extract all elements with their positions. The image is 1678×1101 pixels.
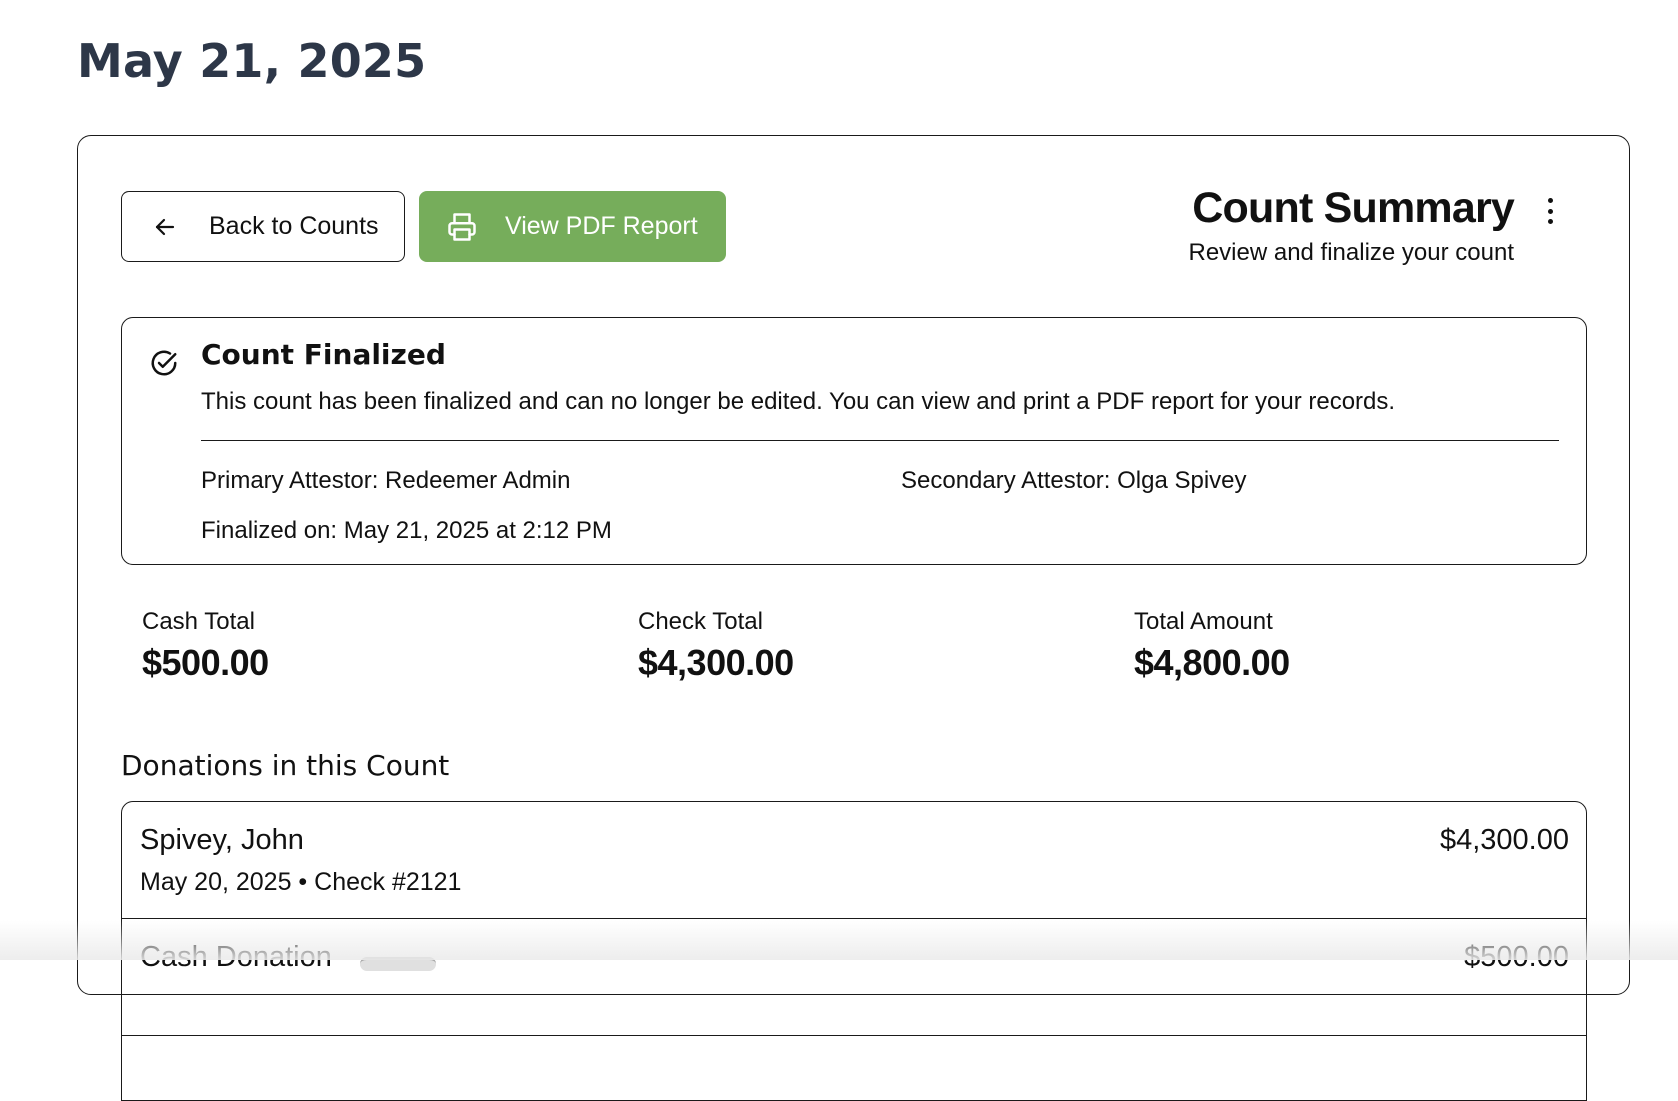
count-finalized-title: Count Finalized	[201, 338, 446, 371]
arrow-left-icon	[154, 216, 176, 238]
count-finalized-message: This count has been finalized and can no…	[201, 388, 1396, 415]
cash-total-label: Cash Total	[142, 608, 255, 635]
check-total-label: Check Total	[638, 608, 763, 635]
summary-header: Count Summary Review and finalize your c…	[1188, 184, 1514, 267]
back-to-counts-button[interactable]: Back to Counts	[121, 191, 405, 262]
donation-amount: $4,300.00	[1439, 824, 1569, 856]
check-total: Check Total $4,300.00	[638, 608, 794, 684]
page-title: May 21, 2025	[77, 34, 427, 88]
printer-icon	[447, 212, 477, 242]
primary-attestor: Primary Attestor: Redeemer Admin	[201, 467, 571, 494]
cash-total-value: $500.00	[142, 642, 269, 683]
count-summary-card: Back to Counts View PDF Report Count Sum…	[77, 135, 1630, 1101]
list-item[interactable]: Spivey, John May 20, 2025 • Check #2121 …	[122, 802, 1586, 919]
back-to-counts-label: Back to Counts	[209, 212, 379, 240]
view-pdf-report-label: View PDF Report	[505, 212, 698, 240]
donor-name: Spivey, John	[140, 824, 304, 856]
cash-total: Cash Total $500.00	[142, 608, 269, 684]
summary-title: Count Summary	[1192, 184, 1515, 232]
divider	[201, 440, 1559, 441]
totals-row: Cash Total $500.00 Check Total $4,300.00…	[121, 608, 1587, 698]
total-amount: Total Amount $4,800.00	[1134, 608, 1290, 684]
secondary-attestor: Secondary Attestor: Olga Spivey	[901, 467, 1247, 494]
summary-subtitle: Review and finalize your count	[1188, 239, 1514, 267]
list-item[interactable]: Cash Donation $500.00	[122, 919, 1586, 1036]
finalized-on: Finalized on: May 21, 2025 at 2:12 PM	[201, 517, 612, 544]
donor-name: Cash Donation	[140, 941, 332, 973]
donation-meta: May 20, 2025 • Check #2121	[140, 868, 462, 896]
total-amount-label: Total Amount	[1134, 608, 1273, 635]
total-amount-value: $4,800.00	[1134, 642, 1290, 683]
donation-amount: $500.00	[1464, 941, 1569, 973]
donation-type-badge	[360, 957, 436, 971]
count-finalized-panel: Count Finalized This count has been fina…	[121, 317, 1587, 565]
check-circle-icon	[151, 350, 177, 376]
view-pdf-report-button[interactable]: View PDF Report	[419, 191, 726, 262]
donations-list: Spivey, John May 20, 2025 • Check #2121 …	[121, 801, 1587, 1101]
check-total-value: $4,300.00	[638, 642, 794, 683]
more-options-icon[interactable]	[1543, 194, 1557, 228]
donations-title: Donations in this Count	[121, 749, 450, 782]
